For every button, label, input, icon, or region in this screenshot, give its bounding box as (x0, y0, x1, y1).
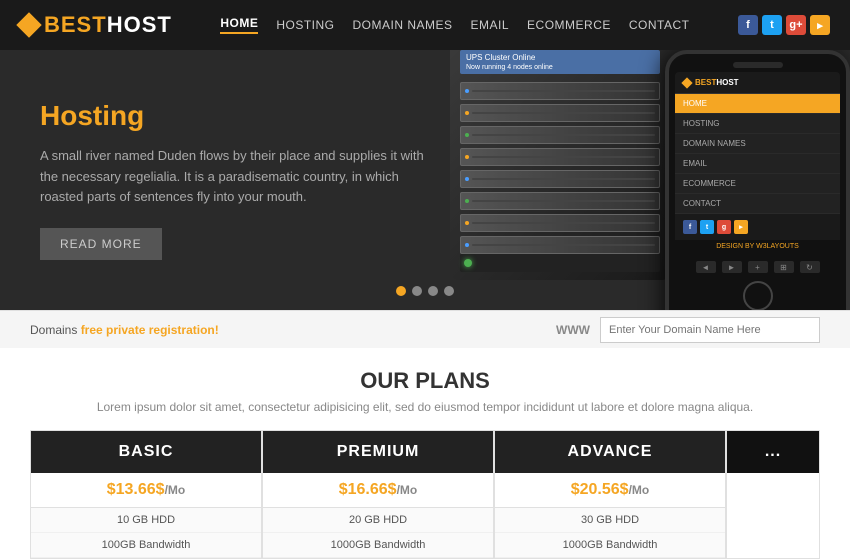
nav-contact[interactable]: CONTACT (629, 18, 690, 32)
domain-bar: Domains free private registration! WWW (0, 310, 850, 348)
plan-premium-price: $16.66$/Mo (263, 473, 493, 508)
facebook-icon[interactable]: f (738, 15, 758, 35)
social-icons: f t g+ ▸ (738, 15, 830, 35)
hero-title: Hosting (40, 100, 440, 132)
phone-nav: HOME HOSTING DOMAIN NAMES EMAIL ECOMMERC… (675, 94, 840, 214)
rss-icon[interactable]: ▸ (810, 15, 830, 35)
nav-email[interactable]: EMAIL (471, 18, 510, 32)
main-nav: HOME HOSTING DOMAIN NAMES EMAIL ECOMMERC… (220, 16, 689, 34)
logo-diamond-icon (16, 12, 41, 37)
plan-premium-name: PREMIUM (263, 431, 493, 473)
phone-screen: BESTHOST HOME HOSTING DOMAIN NAMES EMAIL… (675, 72, 840, 253)
logo-text: BESTHOST (44, 12, 172, 38)
plan-premium-bandwidth: 1000GB Bandwidth (263, 533, 493, 558)
plans-subtitle: Lorem ipsum dolor sit amet, consectetur … (30, 400, 820, 414)
slider-dots (396, 286, 454, 296)
phone-design-by: DESIGN BY W3LAYOUTS (675, 240, 840, 253)
plan-basic-name: BASIC (31, 431, 261, 473)
plans-title: OUR PLANS (30, 368, 820, 394)
phone-social-icons: f t g ▸ (675, 214, 840, 240)
nav-hosting[interactable]: HOSTING (276, 18, 334, 32)
logo: BESTHOST (20, 12, 172, 38)
phone-share-btn[interactable]: ⊞ (774, 261, 794, 273)
phone-plus-btn[interactable]: + (748, 261, 768, 273)
domain-text: Domains free private registration! (30, 323, 219, 337)
dot-1[interactable] (396, 286, 406, 296)
dot-4[interactable] (444, 286, 454, 296)
hero-text: A small river named Duden flows by their… (40, 146, 440, 208)
nav-home[interactable]: HOME (220, 16, 258, 34)
plan-advance-price: $20.56$/Mo (495, 473, 725, 508)
phone-forward-btn[interactable]: ► (722, 261, 742, 273)
plans-section: OUR PLANS Lorem ipsum dolor sit amet, co… (0, 348, 850, 559)
phone-nav-email[interactable]: EMAIL (675, 154, 840, 174)
phone-back-btn[interactable]: ◄ (696, 261, 716, 273)
nav-ecommerce[interactable]: ECOMMERCE (527, 18, 611, 32)
phone-nav-hosting[interactable]: HOSTING (675, 114, 840, 134)
phone-logo-diamond (681, 77, 692, 88)
read-more-button[interactable]: READ MORE (40, 228, 162, 260)
phone-controls: ◄ ► + ⊞ ↻ (669, 253, 846, 277)
phone-twitter-icon[interactable]: t (700, 220, 714, 234)
header: BESTHOST HOME HOSTING DOMAIN NAMES EMAIL… (0, 0, 850, 50)
domain-input[interactable] (600, 317, 820, 343)
dot-2[interactable] (412, 286, 422, 296)
twitter-icon[interactable]: t (762, 15, 782, 35)
plan-advance-name: ADVANCE (495, 431, 725, 473)
plan-extra-name: ... (727, 431, 819, 473)
plan-advance-hdd: 30 GB HDD (495, 508, 725, 533)
google-plus-icon[interactable]: g+ (786, 15, 806, 35)
nav-domain[interactable]: DOMAIN NAMES (353, 18, 453, 32)
phone-reload-btn[interactable]: ↻ (800, 261, 820, 273)
phone-facebook-icon[interactable]: f (683, 220, 697, 234)
domain-www-label: WWW (556, 323, 590, 337)
hero-section: Hosting A small river named Duden flows … (0, 50, 850, 310)
phone-nav-contact[interactable]: CONTACT (675, 194, 840, 214)
plan-basic-bandwidth: 100GB Bandwidth (31, 533, 261, 558)
plan-advance-bandwidth: 1000GB Bandwidth (495, 533, 725, 558)
phone-nav-domain[interactable]: DOMAIN NAMES (675, 134, 840, 154)
plan-basic-hdd: 10 GB HDD (31, 508, 261, 533)
phone-logo-text: BESTHOST (695, 78, 739, 87)
phone-home-button[interactable] (743, 281, 773, 310)
server-label: UPS Cluster OnlineNow running 4 nodes on… (460, 50, 660, 74)
dot-3[interactable] (428, 286, 438, 296)
phone-google-icon[interactable]: g (717, 220, 731, 234)
phone-nav-ecommerce[interactable]: ECOMMERCE (675, 174, 840, 194)
hero-content: Hosting A small river named Duden flows … (0, 70, 480, 290)
plan-premium-hdd: 20 GB HDD (263, 508, 493, 533)
server-image: UPS Cluster OnlineNow running 4 nodes on… (450, 50, 670, 280)
phone-nav-home[interactable]: HOME (675, 94, 840, 114)
plan-basic-price: $13.66$/Mo (31, 473, 261, 508)
mobile-mockup: BESTHOST HOME HOSTING DOMAIN NAMES EMAIL… (665, 50, 850, 310)
phone-speaker (733, 62, 783, 68)
phone-rss-icon[interactable]: ▸ (734, 220, 748, 234)
